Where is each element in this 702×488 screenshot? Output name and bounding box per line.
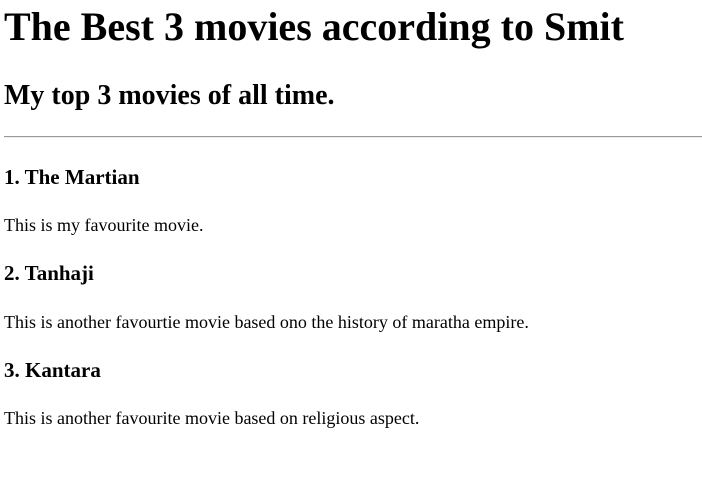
page: The Best 3 movies according to Smit My t… <box>0 0 702 488</box>
movie-description-2: This is another favourtie movie based on… <box>4 312 529 332</box>
movie-description-3: This is another favourite movie based on… <box>4 408 420 428</box>
movie-heading-3: 3. Kantara <box>4 358 101 382</box>
movie-description-1: This is my favourite movie. <box>4 215 204 235</box>
page-subtitle: My top 3 movies of all time. <box>4 80 335 111</box>
movie-heading-2: 2. Tanhaji <box>4 261 94 285</box>
horizontal-divider <box>4 136 702 138</box>
page-title: The Best 3 movies according to Smit <box>4 4 624 49</box>
movie-heading-1: 1. The Martian <box>4 165 140 189</box>
